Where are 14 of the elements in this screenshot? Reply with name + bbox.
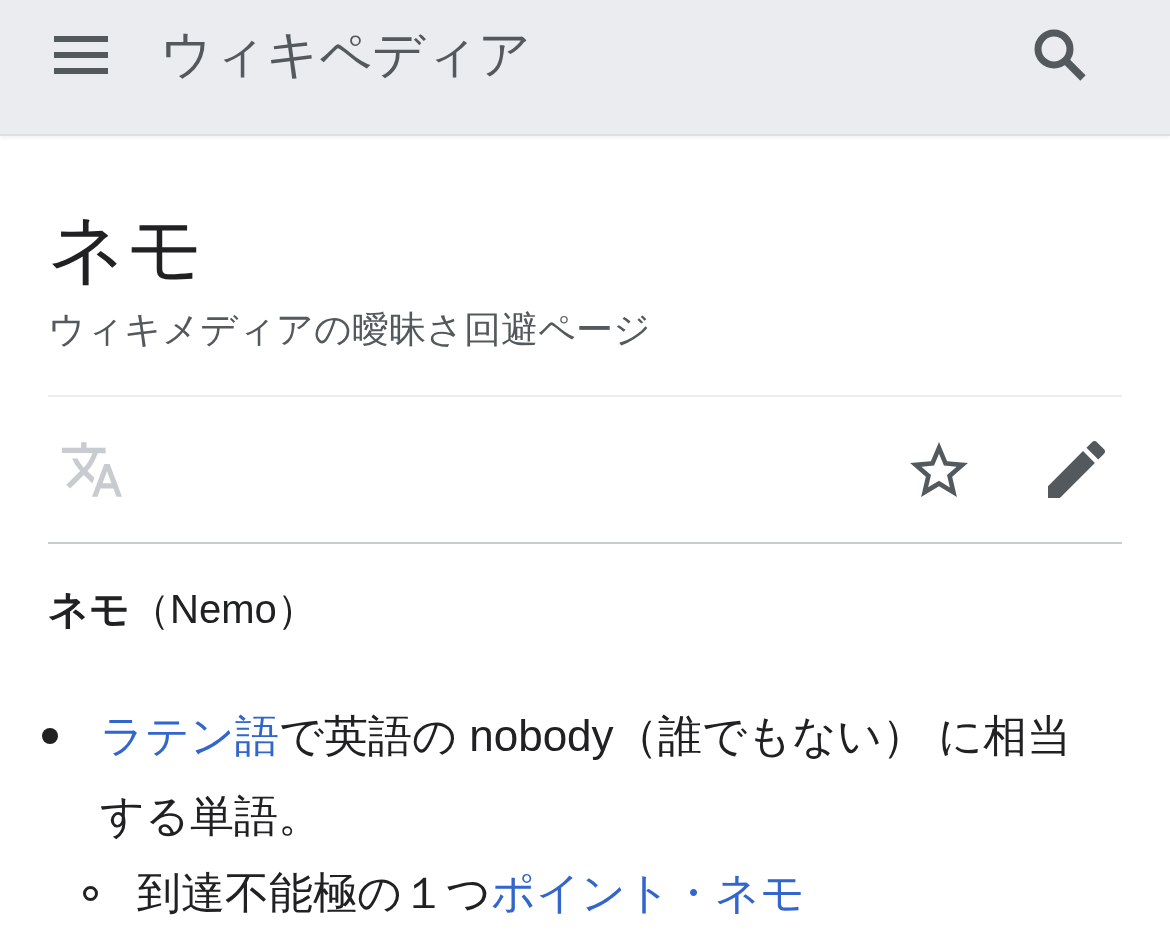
- link[interactable]: ポイント・ネモ: [491, 868, 805, 917]
- search-icon[interactable]: [1033, 28, 1087, 82]
- link[interactable]: ラテン語: [100, 711, 279, 760]
- bullet-icon: [42, 728, 58, 744]
- pencil-icon[interactable]: [1048, 441, 1105, 498]
- list-item-text: 到達不能極の１つポイント・ネモ: [137, 867, 806, 919]
- page-title: ネモ: [48, 206, 204, 293]
- star-icon[interactable]: [910, 442, 968, 497]
- hollow-bullet-icon: [83, 885, 98, 901]
- site-title[interactable]: ウィキペディア: [160, 24, 531, 86]
- page-subtitle: ウィキメディアの曖昧さ回避ページ: [48, 308, 651, 352]
- list-item-text: ラテン語で英語の nobody（誰でもない） に相当する単語。: [100, 710, 1072, 842]
- menu-icon[interactable]: [54, 35, 108, 75]
- lead-text: ネモ（Nemo）: [48, 586, 318, 633]
